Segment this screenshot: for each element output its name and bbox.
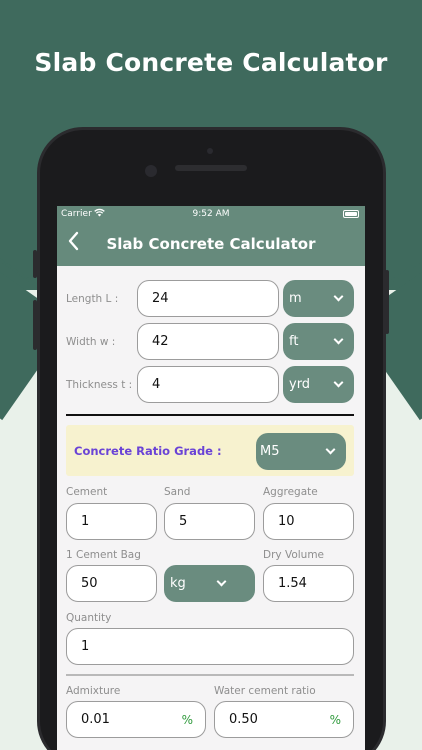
grade-value: M5: [260, 444, 280, 459]
cement-bag-value: 50: [81, 576, 98, 591]
water-cement-value: 0.50: [229, 712, 258, 727]
sand-value: 5: [179, 514, 188, 529]
chevron-down-icon: [333, 334, 344, 345]
admixture-value: 0.01: [81, 712, 110, 727]
promo-headline: Slab Concrete Calculator: [34, 48, 388, 77]
length-input[interactable]: 24: [137, 280, 279, 317]
chevron-down-icon: [216, 576, 227, 587]
battery-icon: [343, 210, 359, 218]
length-unit-dropdown[interactable]: m: [283, 280, 354, 317]
quantity-label: Quantity: [66, 612, 112, 624]
bag-unit-dropdown[interactable]: kg: [164, 565, 255, 602]
width-label: Width w :: [66, 336, 116, 348]
admixture-input[interactable]: 0.01%: [66, 701, 206, 738]
width-value: 42: [152, 334, 169, 349]
chevron-down-icon: [333, 291, 344, 302]
aggregate-value: 10: [278, 514, 295, 529]
length-unit: m: [289, 291, 302, 306]
chevron-down-icon: [325, 444, 336, 455]
cement-input[interactable]: 1: [66, 503, 157, 540]
cement-bag-label: 1 Cement Bag: [66, 549, 141, 561]
phone-side-button: [33, 250, 37, 278]
nav-bar: Slab Concrete Calculator: [57, 223, 365, 266]
sand-label: Sand: [164, 486, 191, 498]
phone-power-button: [385, 270, 389, 334]
thickness-unit-dropdown[interactable]: yrd: [283, 366, 354, 403]
dry-volume-input[interactable]: 1.54: [263, 565, 354, 602]
quantity-value: 1: [81, 639, 90, 654]
bag-unit: kg: [170, 576, 186, 591]
section-divider: [66, 414, 354, 416]
length-value: 24: [152, 291, 169, 306]
thickness-unit: yrd: [289, 377, 311, 392]
grade-dropdown[interactable]: M5: [256, 433, 346, 470]
water-cement-input[interactable]: 0.50%: [214, 701, 354, 738]
phone-camera: [145, 165, 157, 177]
cement-label: Cement: [66, 486, 108, 498]
dry-volume-value: 1.54: [278, 576, 307, 591]
app-screen: Carrier 9:52 AM Slab Concrete Calculator…: [57, 206, 365, 750]
status-time: 9:52 AM: [192, 209, 230, 219]
cement-value: 1: [81, 514, 90, 529]
aggregate-input[interactable]: 10: [263, 503, 354, 540]
aggregate-label: Aggregate: [263, 486, 318, 498]
grade-label: Concrete Ratio Grade :: [74, 444, 222, 458]
chevron-down-icon: [333, 377, 344, 388]
width-unit-dropdown[interactable]: ft: [283, 323, 354, 360]
status-bar: Carrier 9:52 AM: [57, 206, 365, 223]
thickness-value: 4: [152, 377, 161, 392]
section-divider-light: [66, 674, 354, 676]
admixture-percent: %: [181, 712, 193, 727]
admixture-label: Admixture: [66, 685, 121, 697]
width-input[interactable]: 42: [137, 323, 279, 360]
phone-volume-button: [33, 300, 37, 350]
cement-bag-input[interactable]: 50: [66, 565, 157, 602]
length-label: Length L :: [66, 293, 119, 305]
quantity-input[interactable]: 1: [66, 628, 354, 665]
thickness-input[interactable]: 4: [137, 366, 279, 403]
phone-sensor: [207, 148, 213, 154]
page-title: Slab Concrete Calculator: [106, 235, 316, 253]
phone-speaker: [175, 165, 247, 171]
dry-volume-label: Dry Volume: [263, 549, 325, 561]
thickness-label: Thickness t :: [66, 379, 133, 391]
water-cement-label: Water cement ratio: [214, 685, 316, 697]
sand-input[interactable]: 5: [164, 503, 255, 540]
width-unit: ft: [289, 334, 299, 349]
water-cement-percent: %: [329, 712, 341, 727]
